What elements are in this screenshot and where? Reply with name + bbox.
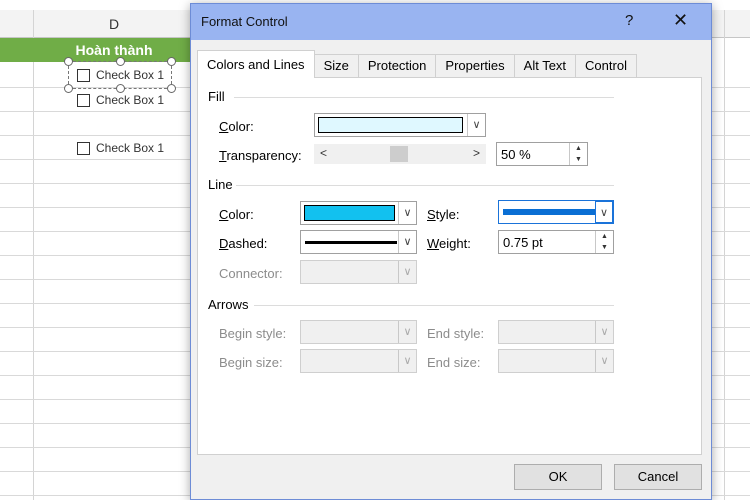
checkbox-label: Check Box 1 <box>96 93 165 107</box>
end-size-label: End size: <box>427 355 481 370</box>
resize-handle[interactable] <box>167 84 176 93</box>
spin-buttons[interactable]: ▲ ▼ <box>595 231 613 253</box>
spin-down-icon[interactable]: ▼ <box>596 242 613 253</box>
checkbox-square[interactable] <box>77 141 90 155</box>
begin-style-label: Begin style: <box>219 326 287 341</box>
transparency-value[interactable]: 50 % <box>501 147 531 162</box>
dashed-label: Dashed: <box>219 236 268 251</box>
chevron-down-icon: ∨ <box>398 321 416 343</box>
checkbox-square[interactable] <box>77 93 90 107</box>
chevron-down-icon[interactable]: ∨ <box>595 201 613 223</box>
line-color-label: Color: <box>219 207 254 222</box>
spin-buttons[interactable]: ▲ ▼ <box>569 143 587 165</box>
end-size-dropdown: ∨ <box>498 349 614 373</box>
tab-colors-and-lines[interactable]: Colors and Lines <box>197 50 315 78</box>
spin-down-icon[interactable]: ▼ <box>570 154 587 165</box>
chevron-right-icon[interactable]: > <box>473 146 480 160</box>
weight-label: Weight: <box>427 236 471 251</box>
resize-handle[interactable] <box>64 84 73 93</box>
line-color-swatch <box>304 205 395 221</box>
divider <box>234 97 614 98</box>
dashed-dropdown[interactable]: ∨ <box>300 230 417 254</box>
cancel-button[interactable]: Cancel <box>614 464 702 490</box>
transparency-label: Transparency: <box>219 148 302 163</box>
line-style-dropdown[interactable]: ∨ <box>498 200 614 224</box>
transparency-slider[interactable]: < > <box>314 144 486 164</box>
tab-protection[interactable]: Protection <box>357 54 437 78</box>
spin-up-icon[interactable]: ▲ <box>596 231 613 242</box>
tab-size[interactable]: Size <box>313 54 359 78</box>
checkbox[interactable]: Check Box 1 <box>77 141 164 155</box>
chevron-down-icon[interactable]: ∨ <box>398 231 416 253</box>
connector-dropdown: ∨ <box>300 260 417 284</box>
connector-label: Connector: <box>219 266 283 281</box>
chevron-down-icon: ∨ <box>595 350 613 372</box>
checkbox[interactable]: Check Box 1 <box>77 93 164 107</box>
transparency-spinner[interactable]: 50 % ▲ ▼ <box>496 142 588 166</box>
divider <box>236 185 614 186</box>
begin-size-label: Begin size: <box>219 355 283 370</box>
close-icon[interactable]: ✕ <box>673 10 688 31</box>
tab-panel-colors-and-lines: Fill Color: ∨ Transparency: < > 50 % ▲ ▼… <box>197 77 702 455</box>
checkbox-label: Check Box 1 <box>96 68 165 82</box>
checkbox-square[interactable] <box>77 68 90 82</box>
end-style-dropdown: ∨ <box>498 320 614 344</box>
dialog-title-bar[interactable]: Format Control ? ✕ <box>191 4 711 40</box>
fill-color-dropdown[interactable]: ∨ <box>314 113 486 137</box>
tab-alt-text[interactable]: Alt Text <box>513 54 577 78</box>
chevron-down-icon: ∨ <box>398 350 416 372</box>
line-group-label: Line <box>208 177 233 192</box>
tab-control[interactable]: Control <box>575 54 637 78</box>
begin-size-dropdown: ∨ <box>300 349 417 373</box>
tab-strip: Colors and Lines Size Protection Propert… <box>197 50 637 78</box>
column-header-c[interactable] <box>0 10 34 38</box>
arrows-group-label: Arrows <box>208 297 249 312</box>
fill-group-label: Fill <box>208 89 225 104</box>
chevron-down-icon[interactable]: ∨ <box>467 114 485 136</box>
ok-button[interactable]: OK <box>514 464 602 490</box>
weight-spinner[interactable]: 0.75 pt ▲ ▼ <box>498 230 614 254</box>
chevron-down-icon: ∨ <box>398 261 416 283</box>
resize-handle[interactable] <box>116 57 125 66</box>
checkbox[interactable]: Check Box 1 <box>77 68 164 82</box>
chevron-down-icon: ∨ <box>595 321 613 343</box>
dashed-sample <box>305 241 397 244</box>
format-control-dialog: Format Control ? ✕ Colors and Lines Size… <box>190 3 712 500</box>
line-color-dropdown[interactable]: ∨ <box>300 201 417 225</box>
slider-thumb[interactable] <box>390 146 408 162</box>
question-icon[interactable]: ? <box>625 12 633 29</box>
spin-up-icon[interactable]: ▲ <box>570 143 587 154</box>
divider <box>254 305 614 306</box>
dialog-title: Format Control <box>201 14 288 29</box>
header-cell-c[interactable] <box>0 38 34 62</box>
resize-handle[interactable] <box>116 84 125 93</box>
chevron-left-icon[interactable]: < <box>320 146 327 160</box>
line-style-sample <box>503 209 595 215</box>
tab-properties[interactable]: Properties <box>435 54 515 78</box>
chevron-down-icon[interactable]: ∨ <box>398 202 416 224</box>
weight-value[interactable]: 0.75 pt <box>503 235 543 250</box>
fill-color-label: Color: <box>219 119 254 134</box>
fill-color-swatch <box>318 117 463 133</box>
column-header-right[interactable] <box>712 10 750 38</box>
begin-style-dropdown: ∨ <box>300 320 417 344</box>
line-style-label: Style: <box>427 207 460 222</box>
column-header-d[interactable]: D <box>34 10 194 38</box>
checkbox-label: Check Box 1 <box>96 141 165 155</box>
resize-handle[interactable] <box>167 57 176 66</box>
resize-handle[interactable] <box>64 57 73 66</box>
end-style-label: End style: <box>427 326 485 341</box>
